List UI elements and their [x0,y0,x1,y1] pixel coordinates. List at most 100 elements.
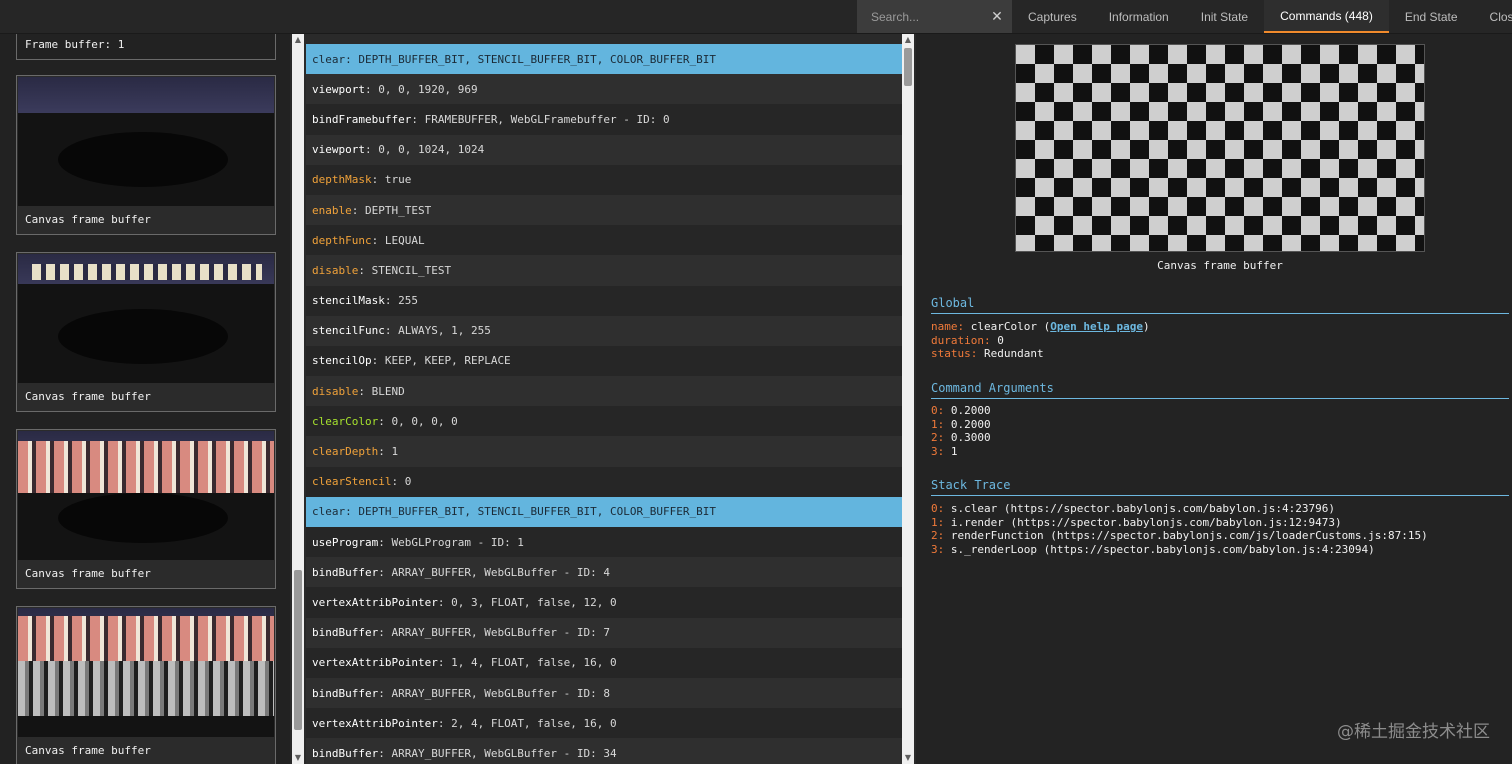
command-args: : KEEP, KEEP, REPLACE [371,354,511,368]
frame-buffer-caption: Canvas frame buffer [25,390,151,403]
command-name: viewport [312,82,365,96]
global-duration-row: duration: 0 [931,333,1004,347]
argument-row: 1: 0.2000 [931,417,991,431]
open-help-page-link[interactable]: Open help page [1050,320,1143,333]
frame-buffer-card[interactable]: Canvas frame buffer [16,252,276,412]
command-name: disable [312,263,359,277]
frame-buffer-preview [1015,44,1425,252]
tab-commands[interactable]: Commands (448) [1264,0,1389,33]
command-row[interactable]: disable: BLEND [306,376,902,407]
command-name: bindFramebuffer [312,112,412,126]
frame-buffer-caption: Canvas frame buffer [25,213,151,226]
scroll-up-icon[interactable]: ▲ [292,34,304,46]
command-row[interactable]: clearDepth: 1 [306,436,902,467]
command-row[interactable]: stencilMask: 255 [306,285,902,316]
command-name: bindBuffer [312,565,379,579]
command-name: viewport [312,143,365,157]
command-args: : true [371,173,412,187]
command-row[interactable]: clear: DEPTH_BUFFER_BIT, STENCIL_BUFFER_… [306,44,902,75]
command-args: : 255 [384,294,418,308]
command-args: : ARRAY_BUFFER, WebGLBuffer - ID: 34 [378,746,617,760]
tab-captures[interactable]: Captures [1012,0,1093,33]
tab-information[interactable]: Information [1093,0,1185,33]
command-args: : ARRAY_BUFFER, WebGLBuffer - ID: 8 [378,686,611,700]
command-list-scrollbar[interactable]: ▲ ▼ [902,34,914,764]
frame-buffer-card[interactable]: Canvas frame buffer [16,429,276,589]
command-name: vertexAttribPointer [312,716,438,730]
command-name: useProgram [312,535,379,549]
global-status-row: status: Redundant [931,347,1044,361]
search-input[interactable] [857,0,987,33]
watermark: @稀土掘金技术社区 [1337,722,1490,742]
command-args: : 0, 0, 0, 0 [378,414,458,428]
tab-close[interactable]: Close [1474,0,1512,33]
command-name: depthFunc [312,233,372,247]
command-args: : 1 [378,445,399,459]
command-row[interactable]: stencilOp: KEEP, KEEP, REPLACE [306,345,902,377]
global-name-row: name: clearColor (Open help page) [931,320,1150,333]
command-args: : DEPTH_BUFFER_BIT, STENCIL_BUFFER_BIT, … [345,505,716,519]
command-row[interactable]: vertexAttribPointer: 0, 3, FLOAT, false,… [306,587,902,618]
command-args: : 0, 0, 1024, 1024 [364,143,485,157]
frame-buffer-card[interactable]: Canvas frame buffer [16,606,276,764]
close-icon[interactable]: ✕ [990,8,1004,24]
command-row[interactable]: bindBuffer: ARRAY_BUFFER, WebGLBuffer - … [306,738,902,764]
command-row[interactable]: vertexAttribPointer: 2, 4, FLOAT, false,… [306,708,902,739]
command-row[interactable]: vertexAttribPointer: 1, 4, FLOAT, false,… [306,647,902,678]
command-row[interactable]: stencilFunc: ALWAYS, 1, 255 [306,315,902,346]
argument-row: 2: 0.3000 [931,431,991,445]
command-row[interactable]: bindBuffer: ARRAY_BUFFER, WebGLBuffer - … [306,557,902,588]
command-name: bindBuffer [312,686,379,700]
command-args: : 0, 0, 1920, 969 [364,82,478,96]
frame-buffer-caption: Canvas frame buffer [25,744,151,757]
scrollbar-thumb[interactable] [904,48,912,86]
command-args: : BLEND [358,384,405,398]
command-row[interactable]: disable: STENCIL_TEST [306,255,902,286]
command-arguments-section-title: Command Arguments [931,381,1509,399]
command-args: : STENCIL_TEST [358,263,452,277]
command-row[interactable]: depthFunc: LEQUAL [306,225,902,256]
command-args: : LEQUAL [371,233,425,247]
frame-buffer-thumbnail [18,608,274,737]
argument-row: 3: 1 [931,444,958,458]
scroll-down-icon[interactable]: ▼ [902,752,914,764]
command-row[interactable]: bindFramebuffer: FRAMEBUFFER, WebGLFrame… [306,104,902,135]
command-args: : 1, 4, FLOAT, false, 16, 0 [437,656,617,670]
stack-trace-row: 3: s._renderLoop (https://spector.babylo… [931,542,1375,556]
command-row[interactable]: viewport: 0, 0, 1920, 969 [306,74,902,105]
stack-trace-section-title: Stack Trace [931,478,1509,496]
scroll-down-icon[interactable]: ▼ [292,752,304,764]
scrollbar-thumb[interactable] [294,570,302,730]
command-row[interactable]: bindBuffer: ARRAY_BUFFER, WebGLBuffer - … [306,677,902,709]
frame-buffer-scrollbar[interactable]: ▲ ▼ [292,34,304,764]
command-name: disable [312,384,359,398]
preview-caption: Canvas frame buffer [1157,259,1283,272]
argument-row: 0: 0.2000 [931,404,991,417]
command-name: bindBuffer [312,626,379,640]
command-args: : ALWAYS, 1, 255 [384,324,491,338]
stack-trace-row: 2: renderFunction (https://spector.babyl… [931,529,1428,543]
search-box: ✕ [857,0,1012,33]
command-name: clearStencil [312,475,392,489]
command-args: : 0 [391,475,412,489]
tab-end-state[interactable]: End State [1389,0,1474,33]
command-args: : 0, 3, FLOAT, false, 12, 0 [437,595,617,609]
command-row[interactable]: enable: DEPTH_TEST [306,194,902,226]
command-name: vertexAttribPointer [312,595,438,609]
command-row[interactable]: depthMask: true [306,164,902,195]
global-section-title: Global [931,296,1509,314]
command-row[interactable]: bindBuffer: ARRAY_BUFFER, WebGLBuffer - … [306,617,902,648]
top-bar: ✕ Captures Information Init State Comman… [0,0,1512,34]
command-row[interactable]: clearStencil: 0 [306,466,902,497]
command-row[interactable]: clearColor: 0, 0, 0, 0 [306,406,902,437]
scroll-up-icon[interactable]: ▲ [902,34,914,46]
tab-bar: Captures Information Init State Commands… [1012,0,1512,33]
command-name: clearDepth [312,445,379,459]
frame-buffer-caption: Canvas frame buffer [25,567,151,580]
command-row[interactable]: useProgram: WebGLProgram - ID: 1 [306,527,902,558]
frame-buffer-card[interactable]: Canvas frame buffer [16,75,276,235]
command-name: clearColor [312,414,379,428]
command-row[interactable]: clear: DEPTH_BUFFER_BIT, STENCIL_BUFFER_… [306,496,902,527]
command-row[interactable]: viewport: 0, 0, 1024, 1024 [306,134,902,165]
tab-init-state[interactable]: Init State [1185,0,1264,33]
